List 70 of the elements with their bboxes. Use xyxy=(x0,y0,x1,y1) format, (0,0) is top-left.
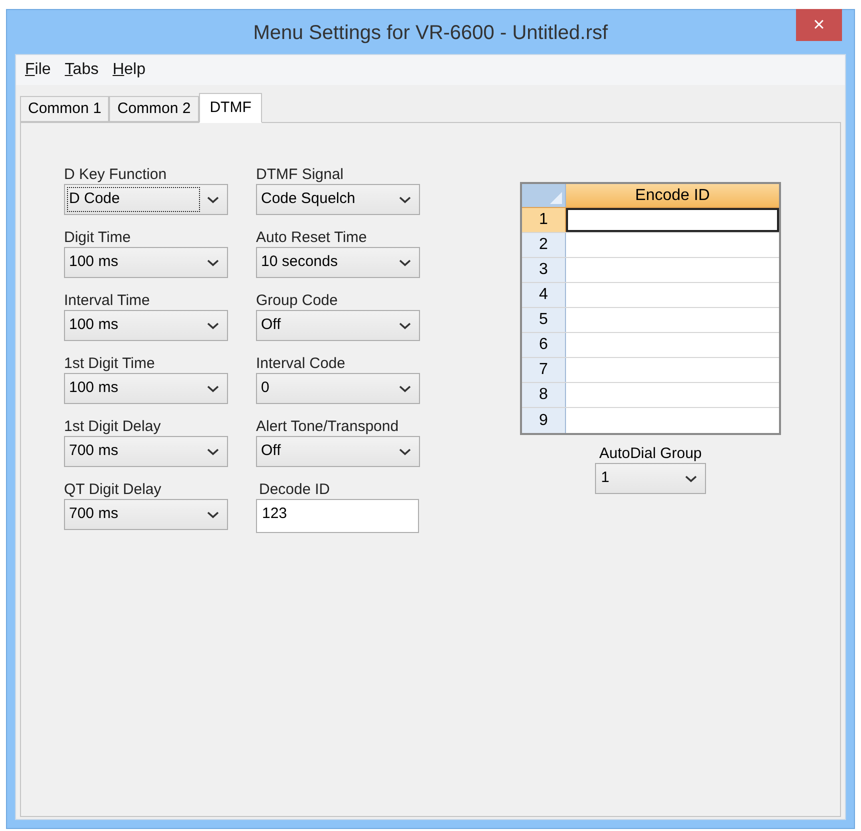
input-field[interactable]: 123 xyxy=(256,499,419,533)
chevron-down-icon xyxy=(207,322,219,330)
chevron-down-icon xyxy=(399,258,411,266)
chevron-down-icon xyxy=(685,474,697,482)
dropdown[interactable]: Code Squelch xyxy=(256,184,420,215)
row-header[interactable]: 3 xyxy=(522,258,566,282)
dropdown[interactable]: 10 seconds xyxy=(256,247,420,278)
dropdown-value: 700 ms xyxy=(68,441,120,462)
field-label: DTMF Signal xyxy=(256,166,345,184)
field-label: QT Digit Delay xyxy=(64,481,162,499)
dropdown-value: 100 ms xyxy=(68,315,120,336)
chevron-down-icon xyxy=(207,258,219,266)
dropdown-value: 0 xyxy=(260,378,270,398)
chevron-down-icon xyxy=(399,196,411,204)
tab[interactable]: DTMF xyxy=(198,93,262,123)
row-header[interactable]: 1 xyxy=(522,208,566,232)
select-all-icon xyxy=(550,192,562,204)
chevron-down-icon xyxy=(207,196,219,204)
row-header[interactable]: 8 xyxy=(522,383,566,407)
field-label: 1st Digit Time xyxy=(64,355,156,373)
menu-item[interactable]: Help xyxy=(112,58,146,82)
menu-item[interactable]: Tabs xyxy=(64,58,99,82)
dropdown-value: Off xyxy=(260,441,282,462)
row-header[interactable]: 4 xyxy=(522,283,566,307)
dropdown-value: D Code xyxy=(68,188,199,211)
chevron-down-icon xyxy=(399,322,411,330)
dropdown[interactable]: Off xyxy=(256,310,420,341)
chevron-down-icon xyxy=(399,384,411,392)
menu-item[interactable]: File xyxy=(25,58,51,82)
dropdown[interactable]: Off xyxy=(256,436,420,467)
dropdown[interactable]: 100 ms xyxy=(64,310,228,341)
row-header[interactable]: 7 xyxy=(522,358,566,382)
dropdown[interactable]: 100 ms xyxy=(64,247,228,278)
dropdown-value: 700 ms xyxy=(68,504,120,524)
dropdown[interactable]: 100 ms xyxy=(64,373,228,404)
dropdown-value: 100 ms xyxy=(68,252,120,272)
column-header[interactable]: Encode ID xyxy=(566,184,779,207)
dropdown[interactable]: 700 ms xyxy=(64,436,228,467)
dropdown[interactable]: 1 xyxy=(595,463,706,494)
close-button[interactable]: × xyxy=(796,9,842,41)
row-header[interactable]: 2 xyxy=(522,233,566,257)
field-label: Digit Time xyxy=(64,229,132,247)
dropdown-value: 100 ms xyxy=(68,378,120,398)
field-label: Interval Time xyxy=(64,292,151,310)
window-title: Menu Settings for VR-6600 - Untitled.rsf xyxy=(253,21,608,46)
row-header[interactable]: 6 xyxy=(522,333,566,357)
tab[interactable]: Common 2 xyxy=(109,96,199,122)
dropdown-value: Code Squelch xyxy=(260,189,356,210)
dropdown-value: 10 seconds xyxy=(260,252,339,272)
field-label: 1st Digit Delay xyxy=(64,418,162,436)
chevron-down-icon xyxy=(207,510,219,518)
dropdown[interactable]: D Code xyxy=(64,184,228,215)
field-label: D Key Function xyxy=(64,166,168,184)
current-cell[interactable] xyxy=(566,208,779,232)
chevron-down-icon xyxy=(207,384,219,392)
row-header[interactable]: 9 xyxy=(522,408,566,433)
field-label: Group Code xyxy=(256,292,339,310)
chevron-down-icon xyxy=(207,448,219,456)
dropdown[interactable]: 0 xyxy=(256,373,420,404)
field-label: Alert Tone/Transpond xyxy=(256,418,400,436)
dropdown[interactable]: 700 ms xyxy=(64,499,228,530)
field-label: Interval Code xyxy=(256,355,346,373)
tab[interactable]: Common 1 xyxy=(20,96,110,122)
row-header[interactable]: 5 xyxy=(522,308,566,332)
field-label: AutoDial Group xyxy=(599,445,702,463)
field-label: Auto Reset Time xyxy=(256,229,368,247)
dropdown-value: Off xyxy=(260,315,282,336)
dropdown-value: 1 xyxy=(601,468,610,488)
chevron-down-icon xyxy=(399,448,411,456)
field-label: Decode ID xyxy=(258,481,331,499)
